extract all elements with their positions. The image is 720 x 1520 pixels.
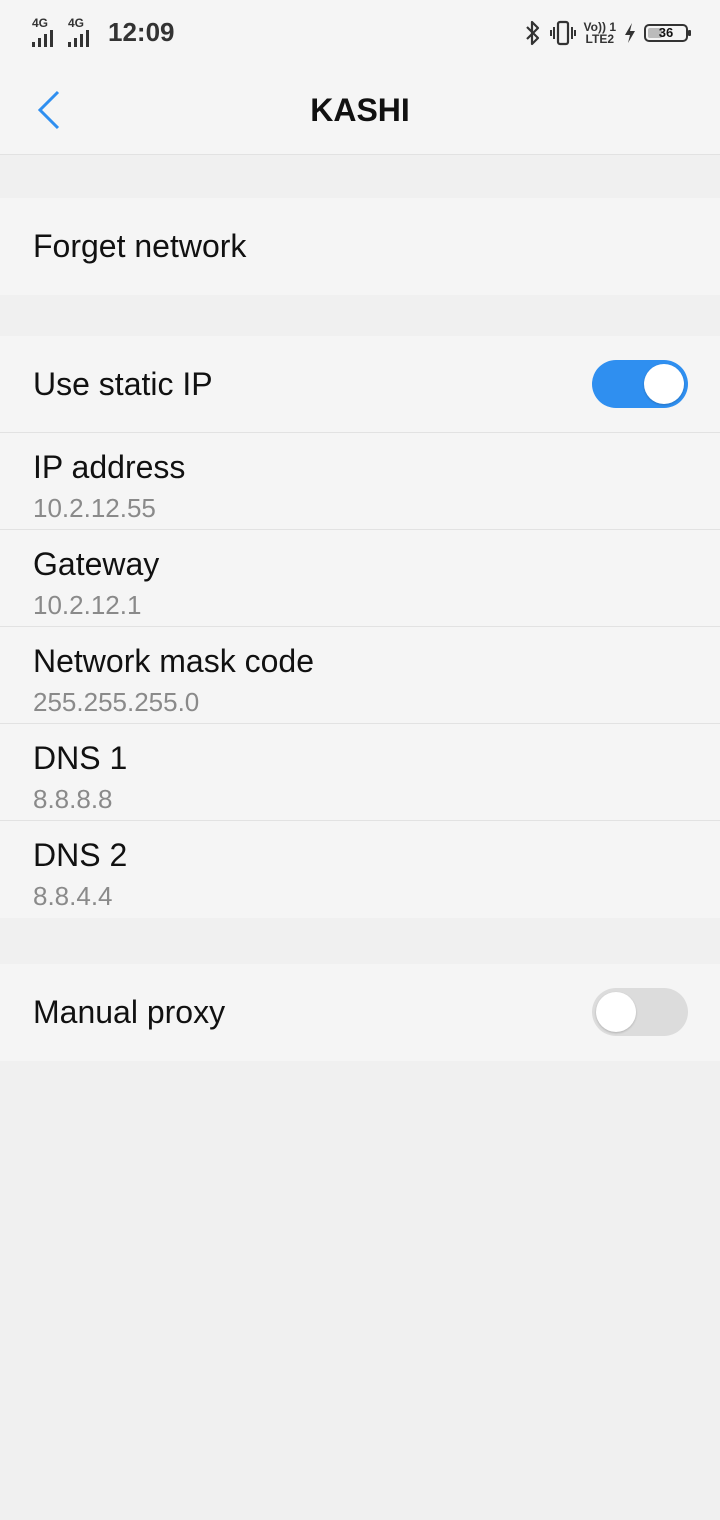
- ip-address-value: 10.2.12.55: [33, 493, 156, 523]
- dns1-row[interactable]: DNS 1 8.8.8.8: [0, 724, 720, 821]
- title-bar: KASHI: [0, 64, 720, 155]
- status-bar-left: 4G 4G 12:09: [32, 14, 175, 50]
- bluetooth-icon: [525, 20, 539, 46]
- dns1-label: DNS 1: [33, 740, 128, 776]
- vibrate-icon: [549, 20, 576, 46]
- toggle-knob: [596, 992, 636, 1032]
- sim2-signal-icon: 4G: [68, 17, 100, 47]
- use-static-ip-label: Use static IP: [33, 366, 213, 402]
- manual-proxy-row[interactable]: Manual proxy: [0, 964, 720, 1061]
- charging-icon: [625, 23, 635, 43]
- sim1-network-type: 4G: [32, 16, 49, 30]
- ip-address-row[interactable]: IP address 10.2.12.55: [0, 433, 720, 530]
- network-mask-value: 255.255.255.0: [33, 687, 200, 717]
- forget-network-label: Forget network: [33, 228, 247, 264]
- volte-indicator: Vo)) 1 LTE2: [584, 21, 616, 45]
- toggle-knob: [644, 364, 684, 404]
- page-title: KASHI: [310, 92, 410, 128]
- clock: 12:09: [108, 16, 175, 47]
- gateway-value: 10.2.12.1: [33, 590, 142, 620]
- gateway-row[interactable]: Gateway 10.2.12.1: [0, 530, 720, 627]
- dns2-label: DNS 2: [33, 837, 128, 873]
- manual-proxy-section: Manual proxy: [0, 964, 720, 1061]
- use-static-ip-toggle[interactable]: [592, 360, 688, 408]
- forget-network-section: Forget network: [0, 198, 720, 295]
- dns2-row[interactable]: DNS 2 8.8.4.4: [0, 821, 720, 918]
- static-ip-section: Use static IP IP address 10.2.12.55 Gate…: [0, 336, 720, 918]
- status-bar: 4G 4G 12:09 Vo)) 1 LTE2 36: [0, 0, 720, 64]
- dns1-value: 8.8.8.8: [33, 784, 113, 814]
- network-mask-row[interactable]: Network mask code 255.255.255.0: [0, 627, 720, 724]
- use-static-ip-row[interactable]: Use static IP: [0, 336, 720, 433]
- manual-proxy-toggle[interactable]: [592, 988, 688, 1036]
- battery-icon: 36: [644, 24, 691, 42]
- status-bar-right: Vo)) 1 LTE2 36: [524, 16, 691, 50]
- volte-bottom: LTE2: [585, 32, 614, 46]
- forget-network-button[interactable]: Forget network: [0, 198, 720, 295]
- dns2-value: 8.8.4.4: [33, 881, 113, 911]
- network-mask-label: Network mask code: [33, 643, 314, 679]
- ip-address-label: IP address: [33, 449, 186, 485]
- sim1-signal-icon: 4G: [32, 17, 64, 47]
- manual-proxy-label: Manual proxy: [33, 994, 226, 1030]
- sim2-network-type: 4G: [68, 16, 85, 30]
- gateway-label: Gateway: [33, 546, 160, 582]
- battery-level: 36: [658, 25, 674, 40]
